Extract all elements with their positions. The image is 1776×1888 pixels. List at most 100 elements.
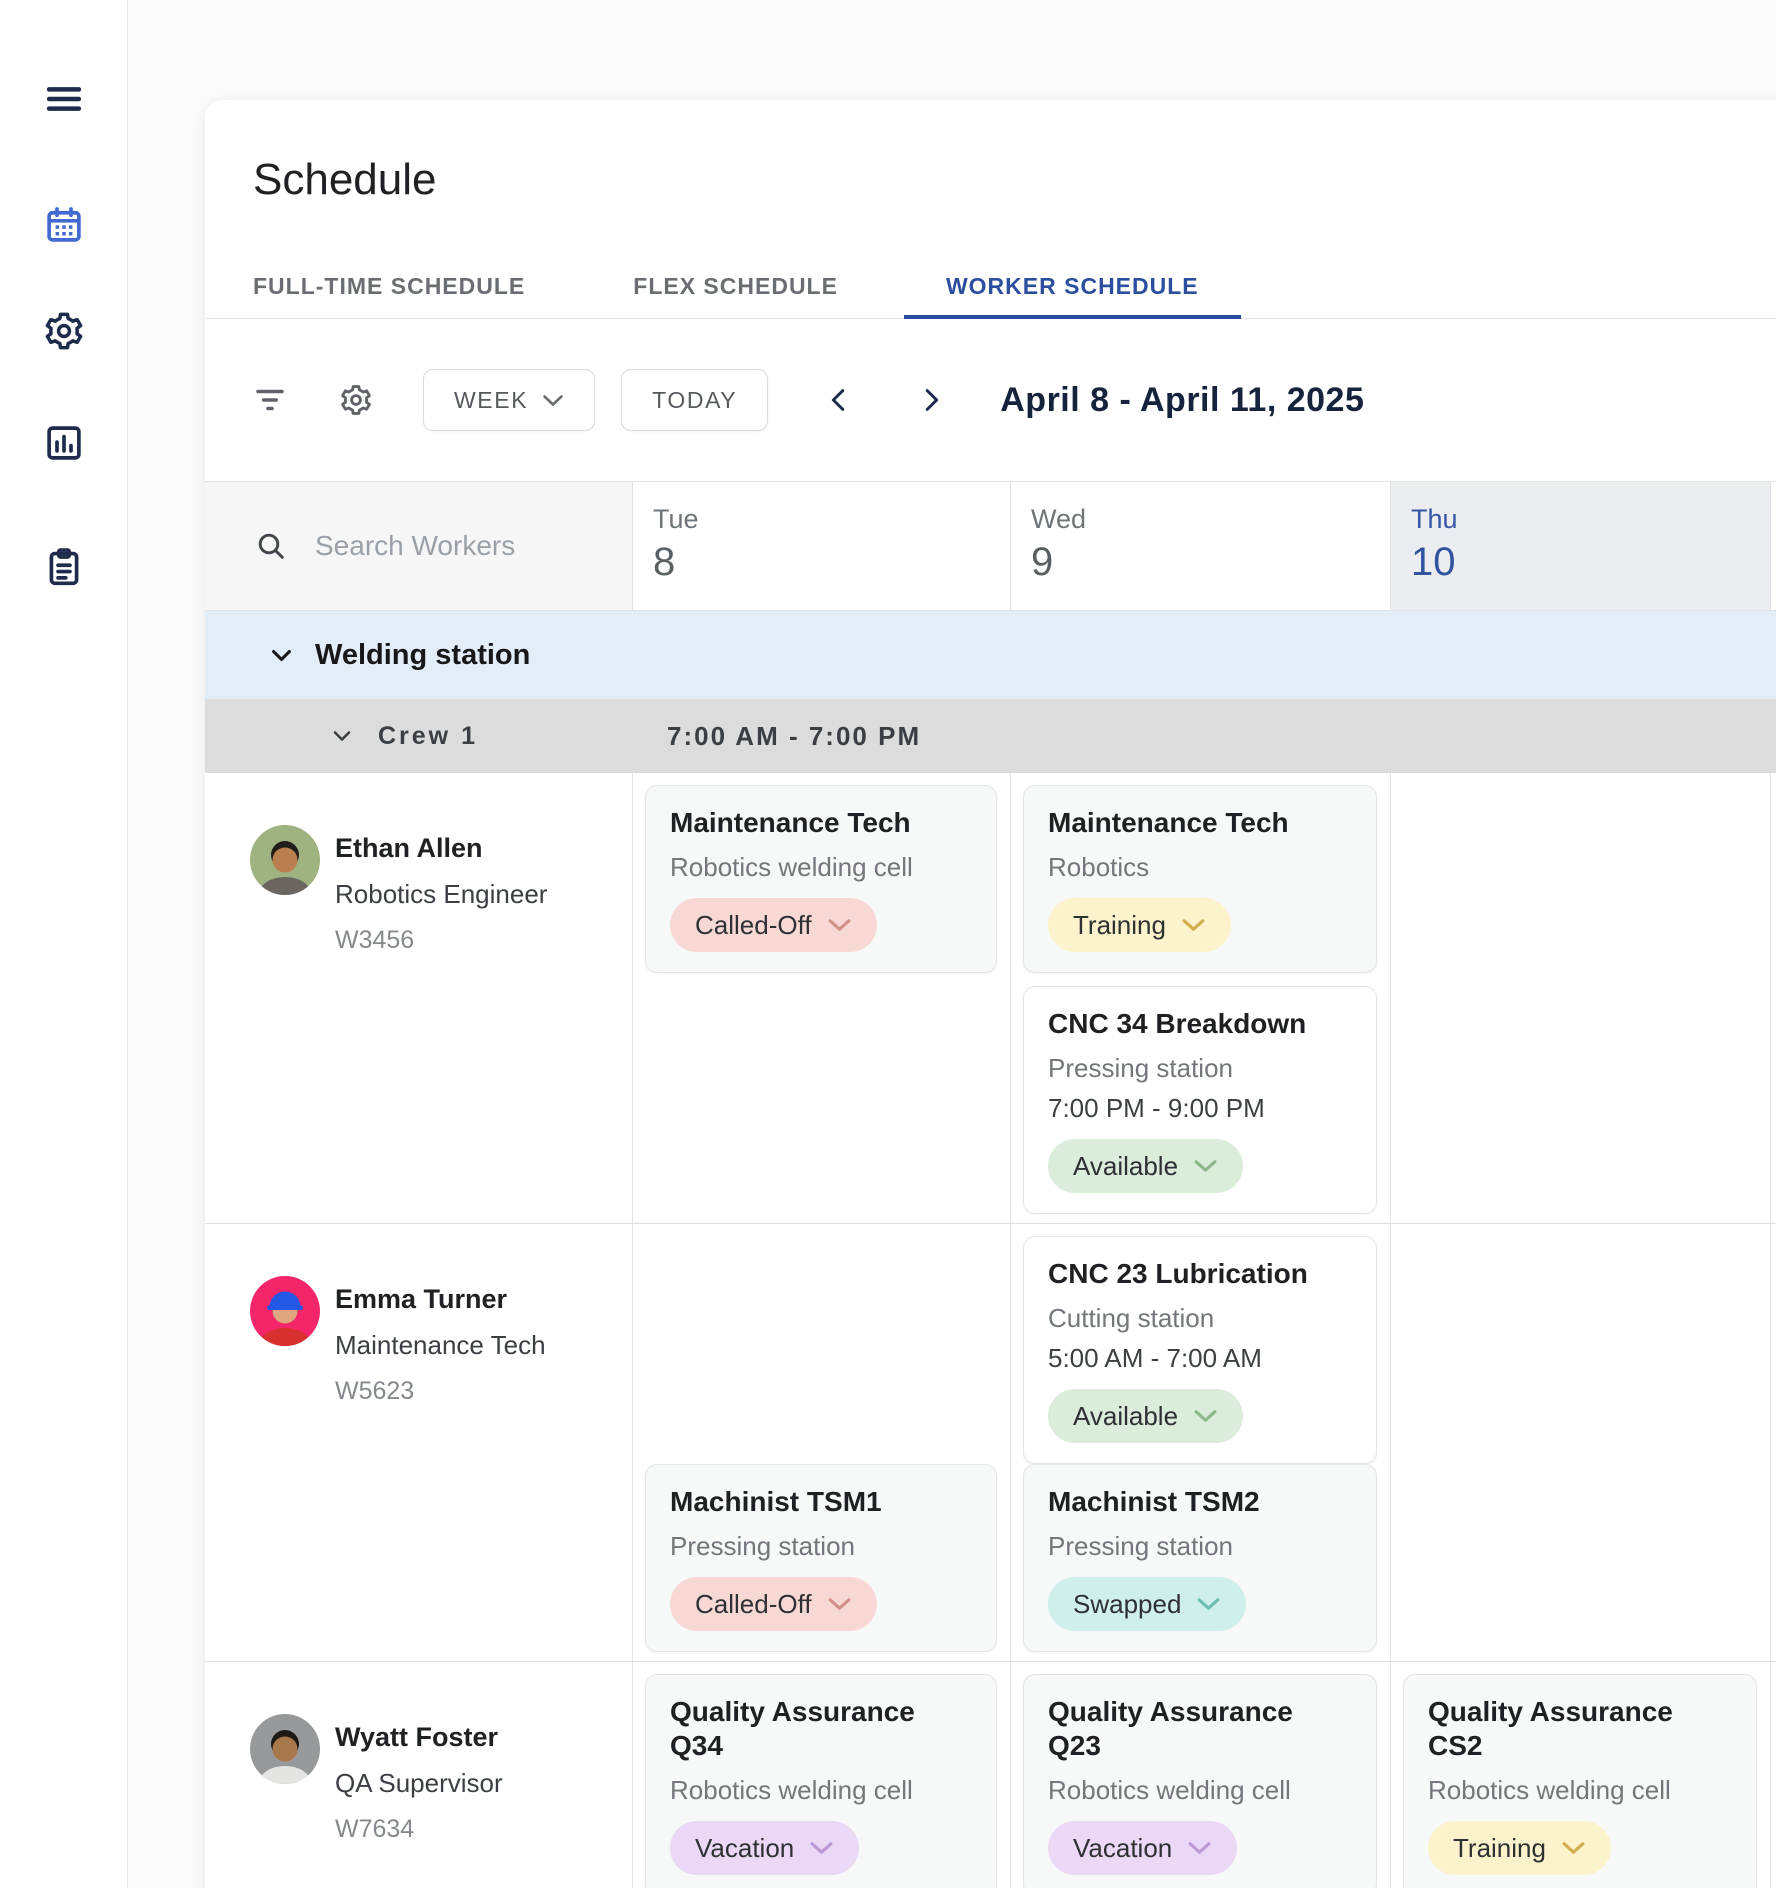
filter-icon[interactable] [253,383,287,417]
row-edge-cell [1771,1224,1776,1661]
menu-icon[interactable] [41,76,87,122]
status-chip-available[interactable]: Available [1048,1139,1243,1193]
status-label: Training [1073,910,1166,941]
tab-bar: FULL-TIME SCHEDULE FLEX SCHEDULE WORKER SC… [205,254,1776,319]
status-chip-swapped[interactable]: Swapped [1048,1577,1246,1631]
status-chip-vacation[interactable]: Vacation [1048,1821,1237,1875]
status-chip-training[interactable]: Training [1428,1821,1611,1875]
day-cell-thu [1391,1224,1771,1661]
today-button[interactable]: TODAY [621,369,768,431]
calendar-icon[interactable] [41,202,87,248]
view-select-button[interactable]: WEEK [423,369,595,431]
status-label: Available [1073,1401,1178,1432]
worker-id: W5623 [335,1368,546,1414]
shift-station: Robotics welding cell [1048,1775,1352,1805]
shift-card-cnc-23-lubrication[interactable]: CNC 23 LubricationCutting station5:00 AM… [1023,1236,1377,1464]
crew-shift-time: 7:00 AM - 7:00 PM [633,699,1771,773]
day-cell-thu: Quality Assurance CS2Robotics welding ce… [1391,1662,1771,1888]
status-label: Swapped [1073,1589,1181,1620]
avatar [250,825,320,895]
day-cell-wed: Quality Assurance Q23Robotics welding ce… [1011,1662,1391,1888]
chevron-down-icon [827,1597,852,1611]
search-input[interactable] [315,530,605,562]
row-edge-cell [1771,1662,1776,1888]
shift-card-machinist-tsm1[interactable]: Machinist TSM1Pressing stationCalled-Off [645,1464,997,1652]
worker-role: Robotics Engineer [335,871,547,917]
settings-icon[interactable] [339,383,373,417]
shift-card-maintenance-tech[interactable]: Maintenance Tech Robotics Training [1023,785,1377,973]
status-label: Called-Off [695,910,812,941]
worker-row-emma-turner: Emma Turner Maintenance Tech W5623 Machi… [205,1224,1776,1662]
worker-name: Wyatt Foster [335,1714,503,1760]
shift-card-quality-assurance-cs2[interactable]: Quality Assurance CS2Robotics welding ce… [1403,1674,1757,1888]
status-label: Available [1073,1151,1178,1182]
shift-card-maintenance-tech[interactable]: Maintenance Tech Robotics welding cell Cal… [645,785,997,973]
date-range-label: April 8 - April 11, 2025 [1000,381,1364,420]
worker-role: QA Supervisor [335,1760,503,1806]
prev-week-button[interactable] [824,385,854,415]
day-cell-tue: Quality Assurance Q34Robotics welding ce… [633,1662,1011,1888]
shift-time: 7:00 PM - 9:00 PM [1048,1093,1352,1123]
app-root: Schedule FULL-TIME SCHEDULE FLEX SCHEDULE… [0,0,1776,1888]
shift-card-machinist-tsm2[interactable]: Machinist TSM2Pressing stationSwapped [1023,1464,1377,1652]
worker-row-ethan-allen: Ethan Allen Robotics Engineer W3456 Main… [205,773,1776,1224]
status-label: Vacation [1073,1833,1172,1864]
status-chip-available[interactable]: Available [1048,1389,1243,1443]
shift-title: Machinist TSM1 [670,1485,972,1519]
day-column-header-tue: Tue 8 [633,482,1011,610]
shift-title: Maintenance Tech [670,806,972,840]
chevron-down-icon [1193,1409,1218,1423]
status-chip-training[interactable]: Training [1048,898,1231,952]
chevron-down-icon [1187,1841,1212,1855]
tab-flex-schedule[interactable]: FLEX SCHEDULE [591,254,880,318]
worker-row-wyatt-foster: Wyatt Foster QA Supervisor W7634 Quality… [205,1662,1776,1888]
station-label: Welding station [315,639,530,672]
day-name: Thu [1411,502,1770,536]
chevron-down-icon [542,394,564,407]
worker-id: W7634 [335,1806,503,1852]
page-title: Schedule [253,150,1776,210]
shift-station: Robotics [1048,852,1352,882]
shift-station: Robotics welding cell [670,1775,972,1805]
next-week-button[interactable] [916,385,946,415]
day-number: 9 [1031,538,1390,586]
day-cell-wed: CNC 23 LubricationCutting station5:00 AM… [1011,1224,1391,1661]
status-chip-called-off[interactable]: Called-Off [670,898,877,952]
avatar [250,1714,320,1784]
shift-card-quality-assurance-q34[interactable]: Quality Assurance Q34Robotics welding ce… [645,1674,997,1888]
chevron-down-icon[interactable] [268,642,295,669]
shift-title: Quality Assurance CS2 [1428,1695,1732,1763]
worker-info-cell: Emma Turner Maintenance Tech W5623 [205,1224,633,1661]
day-cell-wed: Maintenance Tech Robotics Training CNC 34 B… [1011,773,1391,1223]
crew-label: Crew 1 [378,722,478,751]
bar-chart-icon[interactable] [41,420,87,466]
chevron-down-icon [809,1841,834,1855]
status-label: Called-Off [695,1589,812,1620]
toolbar: WEEK TODAY April 8 - April 11, 2025 [205,319,1776,481]
shift-title: Maintenance Tech [1048,806,1352,840]
chevron-down-icon[interactable] [330,724,354,748]
day-cell-tue: Machinist TSM1Pressing stationCalled-Off [633,1224,1011,1661]
tab-full-time-schedule[interactable]: FULL-TIME SCHEDULE [211,254,567,318]
worker-info-cell: Wyatt Foster QA Supervisor W7634 [205,1662,633,1888]
clipboard-icon[interactable] [41,544,87,590]
tab-worker-schedule[interactable]: WORKER SCHEDULE [904,254,1241,318]
shift-station: Pressing station [1048,1053,1352,1083]
shift-title: Machinist TSM2 [1048,1485,1352,1519]
day-name: Tue [653,502,1010,536]
main-area: Schedule FULL-TIME SCHEDULE FLEX SCHEDULE… [128,0,1776,1888]
shift-station: Robotics welding cell [670,852,972,882]
crew-group-row[interactable]: Crew 1 7:00 AM - 7:00 PM [205,699,1776,773]
status-chip-called-off[interactable]: Called-Off [670,1577,877,1631]
worker-name: Emma Turner [335,1276,546,1322]
status-label: Training [1453,1833,1546,1864]
status-chip-vacation[interactable]: Vacation [670,1821,859,1875]
gear-icon[interactable] [41,308,87,354]
shift-card-quality-assurance-q23[interactable]: Quality Assurance Q23Robotics welding ce… [1023,1674,1377,1888]
shift-card-cnc-34-breakdown[interactable]: CNC 34 BreakdownPressing station7:00 PM … [1023,986,1377,1214]
shift-title: CNC 23 Lubrication [1048,1257,1352,1291]
shift-time: 5:00 AM - 7:00 AM [1048,1343,1352,1373]
day-column-header-wed: Wed 9 [1011,482,1391,610]
row-edge-cell [1771,773,1776,1223]
station-group-row[interactable]: Welding station [205,611,1776,699]
